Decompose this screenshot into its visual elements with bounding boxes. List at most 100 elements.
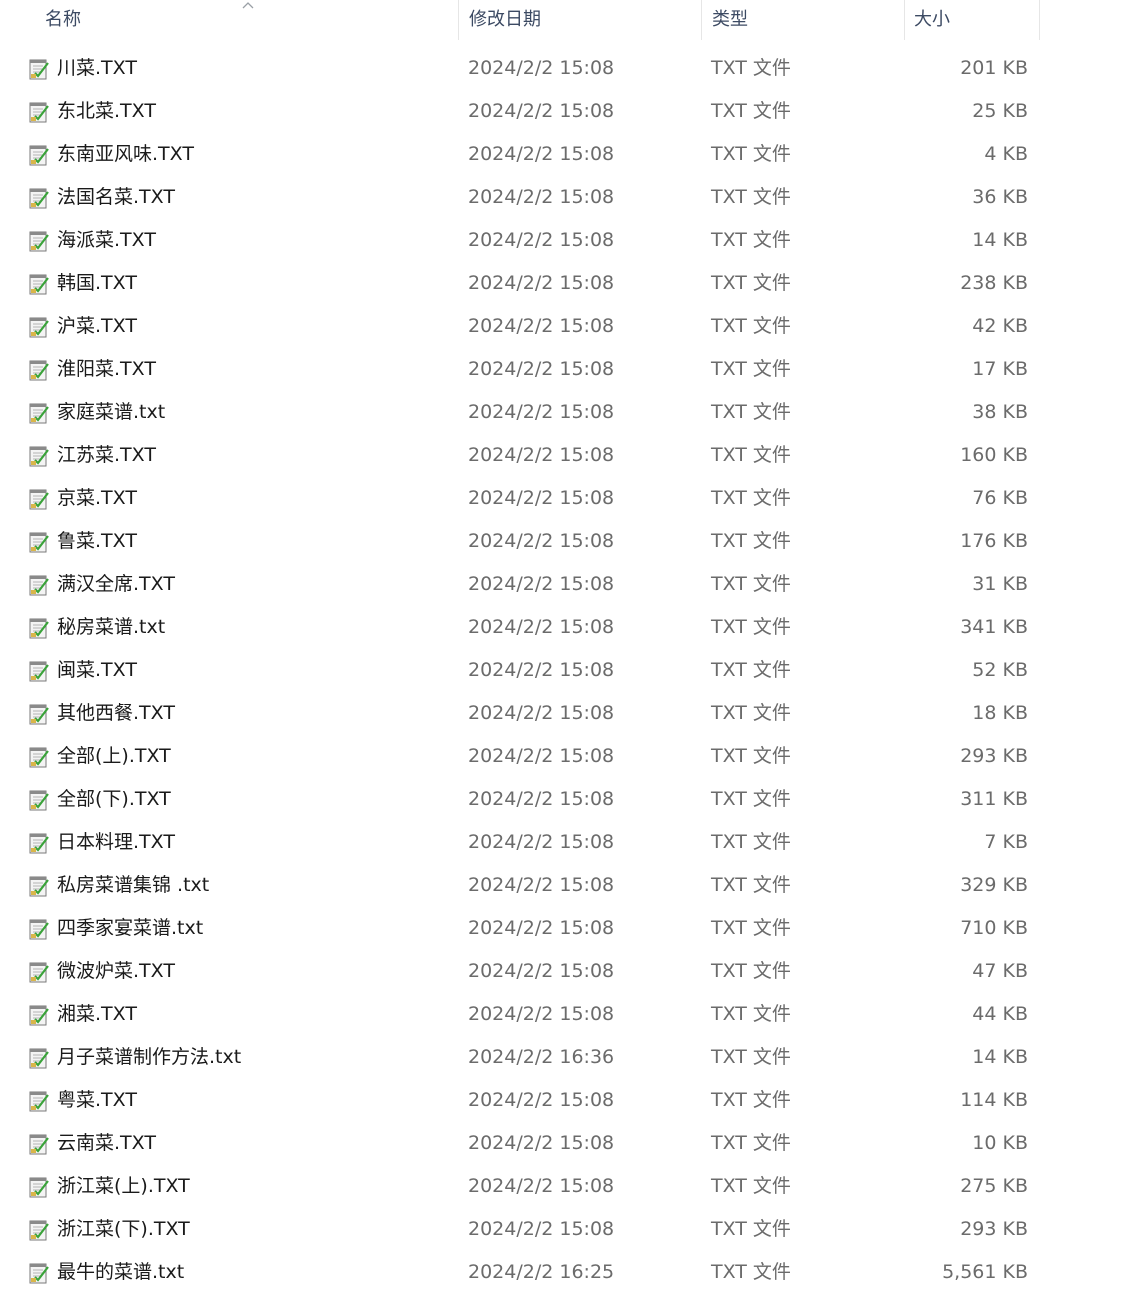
file-size: 42 KB xyxy=(972,315,1028,337)
file-modified-date: 2024/2/2 16:25 xyxy=(468,1261,615,1283)
file-type: TXT 文件 xyxy=(711,960,791,982)
file-row[interactable]: 粤菜.TXT 2024/2/2 15:08 TXT 文件 114 KB xyxy=(0,1079,1040,1122)
file-row[interactable]: 家庭菜谱.txt 2024/2/2 15:08 TXT 文件 38 KB xyxy=(0,391,1040,434)
file-modified-date: 2024/2/2 16:36 xyxy=(468,1046,615,1068)
file-row[interactable]: 东南亚风味.TXT 2024/2/2 15:08 TXT 文件 4 KB xyxy=(0,133,1040,176)
file-name: 沪菜.TXT xyxy=(57,315,137,337)
file-modified-date: 2024/2/2 15:08 xyxy=(468,186,615,208)
file-size: 176 KB xyxy=(960,530,1028,552)
file-list: 川菜.TXT 2024/2/2 15:08 TXT 文件 201 KB 东北菜.… xyxy=(0,47,1040,1294)
file-type: TXT 文件 xyxy=(711,401,791,423)
file-modified-date: 2024/2/2 15:08 xyxy=(468,831,615,853)
text-file-icon xyxy=(29,661,49,682)
file-row[interactable]: 京菜.TXT 2024/2/2 15:08 TXT 文件 76 KB xyxy=(0,477,1040,520)
file-modified-date: 2024/2/2 15:08 xyxy=(468,874,615,896)
file-row[interactable]: 浙江菜(下).TXT 2024/2/2 15:08 TXT 文件 293 KB xyxy=(0,1208,1040,1251)
text-file-icon xyxy=(29,704,49,725)
text-file-icon xyxy=(29,1177,49,1198)
file-row[interactable]: 满汉全席.TXT 2024/2/2 15:08 TXT 文件 31 KB xyxy=(0,563,1040,606)
file-name: 云南菜.TXT xyxy=(57,1132,156,1154)
file-name: 月子菜谱制作方法.txt xyxy=(57,1046,242,1068)
file-size: 114 KB xyxy=(960,1089,1028,1111)
file-modified-date: 2024/2/2 15:08 xyxy=(468,1218,615,1240)
file-row[interactable]: 法国名菜.TXT 2024/2/2 15:08 TXT 文件 36 KB xyxy=(0,176,1040,219)
file-modified-date: 2024/2/2 15:08 xyxy=(468,229,615,251)
file-row[interactable]: 全部(上).TXT 2024/2/2 15:08 TXT 文件 293 KB xyxy=(0,735,1040,778)
file-size: 10 KB xyxy=(972,1132,1028,1154)
file-row[interactable]: 淮阳菜.TXT 2024/2/2 15:08 TXT 文件 17 KB xyxy=(0,348,1040,391)
file-name: 粤菜.TXT xyxy=(57,1089,137,1111)
file-size: 76 KB xyxy=(972,487,1028,509)
file-name: 浙江菜(上).TXT xyxy=(57,1175,190,1197)
file-type: TXT 文件 xyxy=(711,659,791,681)
file-row[interactable]: 浙江菜(上).TXT 2024/2/2 15:08 TXT 文件 275 KB xyxy=(0,1165,1040,1208)
file-name: 私房菜谱集锦 .txt xyxy=(57,874,210,896)
text-file-icon xyxy=(29,102,49,123)
file-row[interactable]: 江苏菜.TXT 2024/2/2 15:08 TXT 文件 160 KB xyxy=(0,434,1040,477)
file-name: 东北菜.TXT xyxy=(57,100,156,122)
file-name: 江苏菜.TXT xyxy=(57,444,156,466)
text-file-icon xyxy=(29,403,49,424)
file-modified-date: 2024/2/2 15:08 xyxy=(468,1175,615,1197)
file-row[interactable]: 沪菜.TXT 2024/2/2 15:08 TXT 文件 42 KB xyxy=(0,305,1040,348)
file-modified-date: 2024/2/2 15:08 xyxy=(468,100,615,122)
file-row[interactable]: 最牛的菜谱.txt 2024/2/2 16:25 TXT 文件 5,561 KB xyxy=(0,1251,1040,1294)
file-size: 293 KB xyxy=(960,1218,1028,1240)
file-name: 日本料理.TXT xyxy=(57,831,175,853)
file-row[interactable]: 海派菜.TXT 2024/2/2 15:08 TXT 文件 14 KB xyxy=(0,219,1040,262)
file-row[interactable]: 湘菜.TXT 2024/2/2 15:08 TXT 文件 44 KB xyxy=(0,993,1040,1036)
text-file-icon xyxy=(29,919,49,940)
file-row[interactable]: 秘房菜谱.txt 2024/2/2 15:08 TXT 文件 341 KB xyxy=(0,606,1040,649)
text-file-icon xyxy=(29,231,49,252)
file-type: TXT 文件 xyxy=(711,573,791,595)
file-row[interactable]: 私房菜谱集锦 .txt 2024/2/2 15:08 TXT 文件 329 KB xyxy=(0,864,1040,907)
text-file-icon xyxy=(29,876,49,897)
file-type: TXT 文件 xyxy=(711,1003,791,1025)
file-size: 14 KB xyxy=(972,229,1028,251)
file-modified-date: 2024/2/2 15:08 xyxy=(468,401,615,423)
file-type: TXT 文件 xyxy=(711,831,791,853)
file-row[interactable]: 鲁菜.TXT 2024/2/2 15:08 TXT 文件 176 KB xyxy=(0,520,1040,563)
file-row[interactable]: 韩国.TXT 2024/2/2 15:08 TXT 文件 238 KB xyxy=(0,262,1040,305)
file-type: TXT 文件 xyxy=(711,186,791,208)
file-modified-date: 2024/2/2 15:08 xyxy=(468,788,615,810)
file-type: TXT 文件 xyxy=(711,616,791,638)
column-header-name[interactable]: 名称 xyxy=(0,0,458,40)
file-type: TXT 文件 xyxy=(711,1089,791,1111)
file-type: TXT 文件 xyxy=(711,1175,791,1197)
file-modified-date: 2024/2/2 15:08 xyxy=(468,272,615,294)
file-row[interactable]: 微波炉菜.TXT 2024/2/2 15:08 TXT 文件 47 KB xyxy=(0,950,1040,993)
file-name: 韩国.TXT xyxy=(57,272,137,294)
file-modified-date: 2024/2/2 15:08 xyxy=(468,57,615,79)
text-file-icon xyxy=(29,1134,49,1155)
file-row[interactable]: 其他西餐.TXT 2024/2/2 15:08 TXT 文件 18 KB xyxy=(0,692,1040,735)
file-type: TXT 文件 xyxy=(711,358,791,380)
text-file-icon xyxy=(29,446,49,467)
text-file-icon xyxy=(29,833,49,854)
file-row[interactable]: 云南菜.TXT 2024/2/2 15:08 TXT 文件 10 KB xyxy=(0,1122,1040,1165)
file-size: 18 KB xyxy=(972,702,1028,724)
column-header-type[interactable]: 类型 xyxy=(701,0,904,40)
column-header-size[interactable]: 大小 xyxy=(904,0,1040,40)
file-type: TXT 文件 xyxy=(711,917,791,939)
file-size: 44 KB xyxy=(972,1003,1028,1025)
file-row[interactable]: 东北菜.TXT 2024/2/2 15:08 TXT 文件 25 KB xyxy=(0,90,1040,133)
file-type: TXT 文件 xyxy=(711,143,791,165)
file-row[interactable]: 川菜.TXT 2024/2/2 15:08 TXT 文件 201 KB xyxy=(0,47,1040,90)
file-type: TXT 文件 xyxy=(711,788,791,810)
text-file-icon xyxy=(29,1263,49,1284)
text-file-icon xyxy=(29,1005,49,1026)
file-row[interactable]: 闽菜.TXT 2024/2/2 15:08 TXT 文件 52 KB xyxy=(0,649,1040,692)
text-file-icon xyxy=(29,360,49,381)
file-row[interactable]: 四季家宴菜谱.txt 2024/2/2 15:08 TXT 文件 710 KB xyxy=(0,907,1040,950)
text-file-icon xyxy=(29,59,49,80)
file-modified-date: 2024/2/2 15:08 xyxy=(468,530,615,552)
file-name: 闽菜.TXT xyxy=(57,659,137,681)
column-header-date[interactable]: 修改日期 xyxy=(458,0,701,40)
file-row[interactable]: 全部(下).TXT 2024/2/2 15:08 TXT 文件 311 KB xyxy=(0,778,1040,821)
file-row[interactable]: 日本料理.TXT 2024/2/2 15:08 TXT 文件 7 KB xyxy=(0,821,1040,864)
file-type: TXT 文件 xyxy=(711,1218,791,1240)
file-row[interactable]: 月子菜谱制作方法.txt 2024/2/2 16:36 TXT 文件 14 KB xyxy=(0,1036,1040,1079)
text-file-icon xyxy=(29,962,49,983)
file-name: 法国名菜.TXT xyxy=(57,186,175,208)
